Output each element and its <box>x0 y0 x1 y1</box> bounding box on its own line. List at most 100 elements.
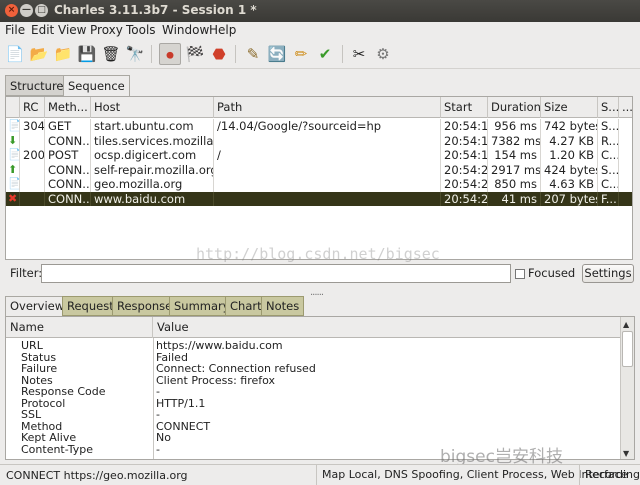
detail-name: Kept Alive <box>21 431 77 444</box>
cell-method: POST <box>45 148 91 163</box>
cell-status: C... <box>598 148 619 163</box>
scroll-down-icon[interactable]: ▼ <box>623 449 629 458</box>
filter-label: Filter: <box>10 266 43 280</box>
col-name-header[interactable]: Name <box>6 317 153 338</box>
col-start-header[interactable]: Start <box>441 97 488 118</box>
detail-value: Connect: Connection refused <box>156 362 316 375</box>
cell-status: S... <box>598 119 619 134</box>
toolbar-separator <box>342 45 343 63</box>
tools-icon[interactable]: ✂ <box>348 43 370 65</box>
scroll-up-icon[interactable]: ▲ <box>623 320 629 329</box>
cell-path: /14.04/Google/?sourceid=hp <box>214 119 441 134</box>
col-rc-header[interactable]: RC <box>20 97 45 118</box>
menu-help[interactable]: Help <box>209 23 236 37</box>
settings-gear-icon[interactable]: ⚙ <box>372 43 394 65</box>
edit-icon[interactable]: ✎ <box>242 43 264 65</box>
table-row[interactable]: ⬆ CONN... self-repair.mozilla.org 20:54:… <box>6 162 632 177</box>
tab-sequence[interactable]: Sequence <box>63 75 130 96</box>
detail-row[interactable]: URL https://www.baidu.com <box>6 340 621 352</box>
trash-icon[interactable]: 🗑 <box>100 43 122 65</box>
detail-row[interactable]: Protocol HTTP/1.1 <box>6 398 621 410</box>
scroll-thumb[interactable] <box>622 331 633 367</box>
overview-header: Name Value <box>6 317 621 338</box>
col-value-header[interactable]: Value <box>153 317 621 338</box>
settings-button[interactable]: Settings <box>582 264 634 283</box>
cell-start: 20:54:20 <box>441 162 488 177</box>
cell-size: 4.63 KB <box>541 177 598 192</box>
cell-host: www.baidu.com <box>91 191 214 206</box>
table-row[interactable]: 📄 CONN... geo.mozilla.org 20:54:21 850 m… <box>6 177 632 192</box>
col-more-header[interactable]: ... <box>619 97 632 118</box>
document-icon: 📄 <box>6 148 20 163</box>
detail-row[interactable]: SSL - <box>6 409 621 421</box>
focused-label[interactable]: Focused <box>528 266 575 280</box>
window-title: Charles 3.11.3b7 - Session 1 * <box>54 3 257 17</box>
toolbar-separator <box>235 45 236 63</box>
detail-value: - <box>156 442 160 456</box>
cell-duration: 7382 ms <box>488 133 541 148</box>
menu-edit[interactable]: Edit <box>31 23 54 37</box>
menu-view[interactable]: View <box>58 23 86 37</box>
cell-duration: 41 ms <box>488 191 541 206</box>
detail-name: Protocol <box>21 396 66 410</box>
menu-proxy[interactable]: Proxy <box>90 23 123 37</box>
tab-response[interactable]: Response <box>112 296 178 316</box>
repeat-icon[interactable]: 🔄 <box>266 43 288 65</box>
recording-status[interactable]: Recording <box>579 465 640 485</box>
table-row[interactable]: 📄 304 GET start.ubuntu.com /14.04/Google… <box>6 119 632 134</box>
maximize-window-icon[interactable]: □ <box>35 4 48 17</box>
splitter-handle[interactable]: ...... <box>310 287 324 298</box>
find-icon[interactable]: 🔭 <box>124 43 146 65</box>
throttle-flag-icon[interactable]: 🏁 <box>184 43 206 65</box>
detail-name: Response Code <box>21 385 106 398</box>
tab-structure[interactable]: Structure <box>5 75 69 96</box>
detail-value: No <box>156 431 171 444</box>
col-duration-header[interactable]: Duration <box>488 97 541 118</box>
filter-bar: Filter: Focused Settings <box>5 263 634 283</box>
tab-overview[interactable]: Overview <box>5 296 70 316</box>
new-session-icon[interactable]: 📄 <box>4 43 26 65</box>
table-row[interactable]: 📄 200 POST ocsp.digicert.com / 20:54:16 … <box>6 148 632 163</box>
menu-tools[interactable]: Tools <box>126 23 156 37</box>
clear-session-icon[interactable]: 📁 <box>52 43 74 65</box>
filter-input[interactable] <box>41 264 511 283</box>
close-window-icon[interactable]: × <box>5 4 18 17</box>
col-path-header[interactable]: Path <box>214 97 441 118</box>
detail-name: SSL <box>21 408 42 421</box>
details-scrollbar[interactable]: ▲ ▼ <box>620 317 634 459</box>
validate-icon[interactable]: ✔ <box>314 43 336 65</box>
tab-notes[interactable]: Notes <box>261 296 305 316</box>
detail-value: https://www.baidu.com <box>156 339 283 352</box>
record-icon[interactable]: ⏺ <box>159 43 181 65</box>
col-method-header[interactable]: Meth... <box>45 97 91 118</box>
status-message: CONNECT https://geo.mozilla.org <box>6 469 188 482</box>
menu-file[interactable]: File <box>5 23 25 37</box>
menu-bar: File Edit View Proxy Tools Window Help <box>0 22 640 39</box>
cell-path: / <box>214 148 441 163</box>
cell-size: 742 bytes <box>541 119 598 134</box>
detail-row[interactable]: Failure Connect: Connection refused <box>6 363 621 375</box>
cell-path <box>214 162 441 177</box>
cell-duration: 850 ms <box>488 177 541 192</box>
col-host-header[interactable]: Host <box>91 97 214 118</box>
tab-request[interactable]: Request <box>62 296 119 316</box>
save-icon[interactable]: 💾 <box>76 43 98 65</box>
table-row-selected[interactable]: ✖ CONN... www.baidu.com 20:54:22 41 ms 2… <box>6 191 632 206</box>
detail-row[interactable]: Response Code - <box>6 386 621 398</box>
focused-checkbox[interactable] <box>515 269 525 279</box>
menu-window[interactable]: Window <box>162 23 209 37</box>
cell-rc <box>20 162 45 177</box>
col-size-header[interactable]: Size <box>541 97 598 118</box>
detail-row[interactable]: Method CONNECT <box>6 421 621 433</box>
detail-value: - <box>156 385 160 398</box>
cell-duration: 154 ms <box>488 148 541 163</box>
col-status-header[interactable]: S... <box>598 97 619 118</box>
minimize-window-icon[interactable]: — <box>20 4 33 17</box>
open-folder-icon[interactable]: 📂 <box>28 43 50 65</box>
pencil-icon[interactable]: ✏ <box>290 43 312 65</box>
stop-icon[interactable]: ⬣ <box>208 43 230 65</box>
table-row[interactable]: ⬇ CONN... tiles.services.mozilla.... 20:… <box>6 133 632 148</box>
cell-method: CONN... <box>45 162 91 177</box>
col-icon-header[interactable] <box>6 97 20 118</box>
detail-name: Status <box>21 350 57 364</box>
